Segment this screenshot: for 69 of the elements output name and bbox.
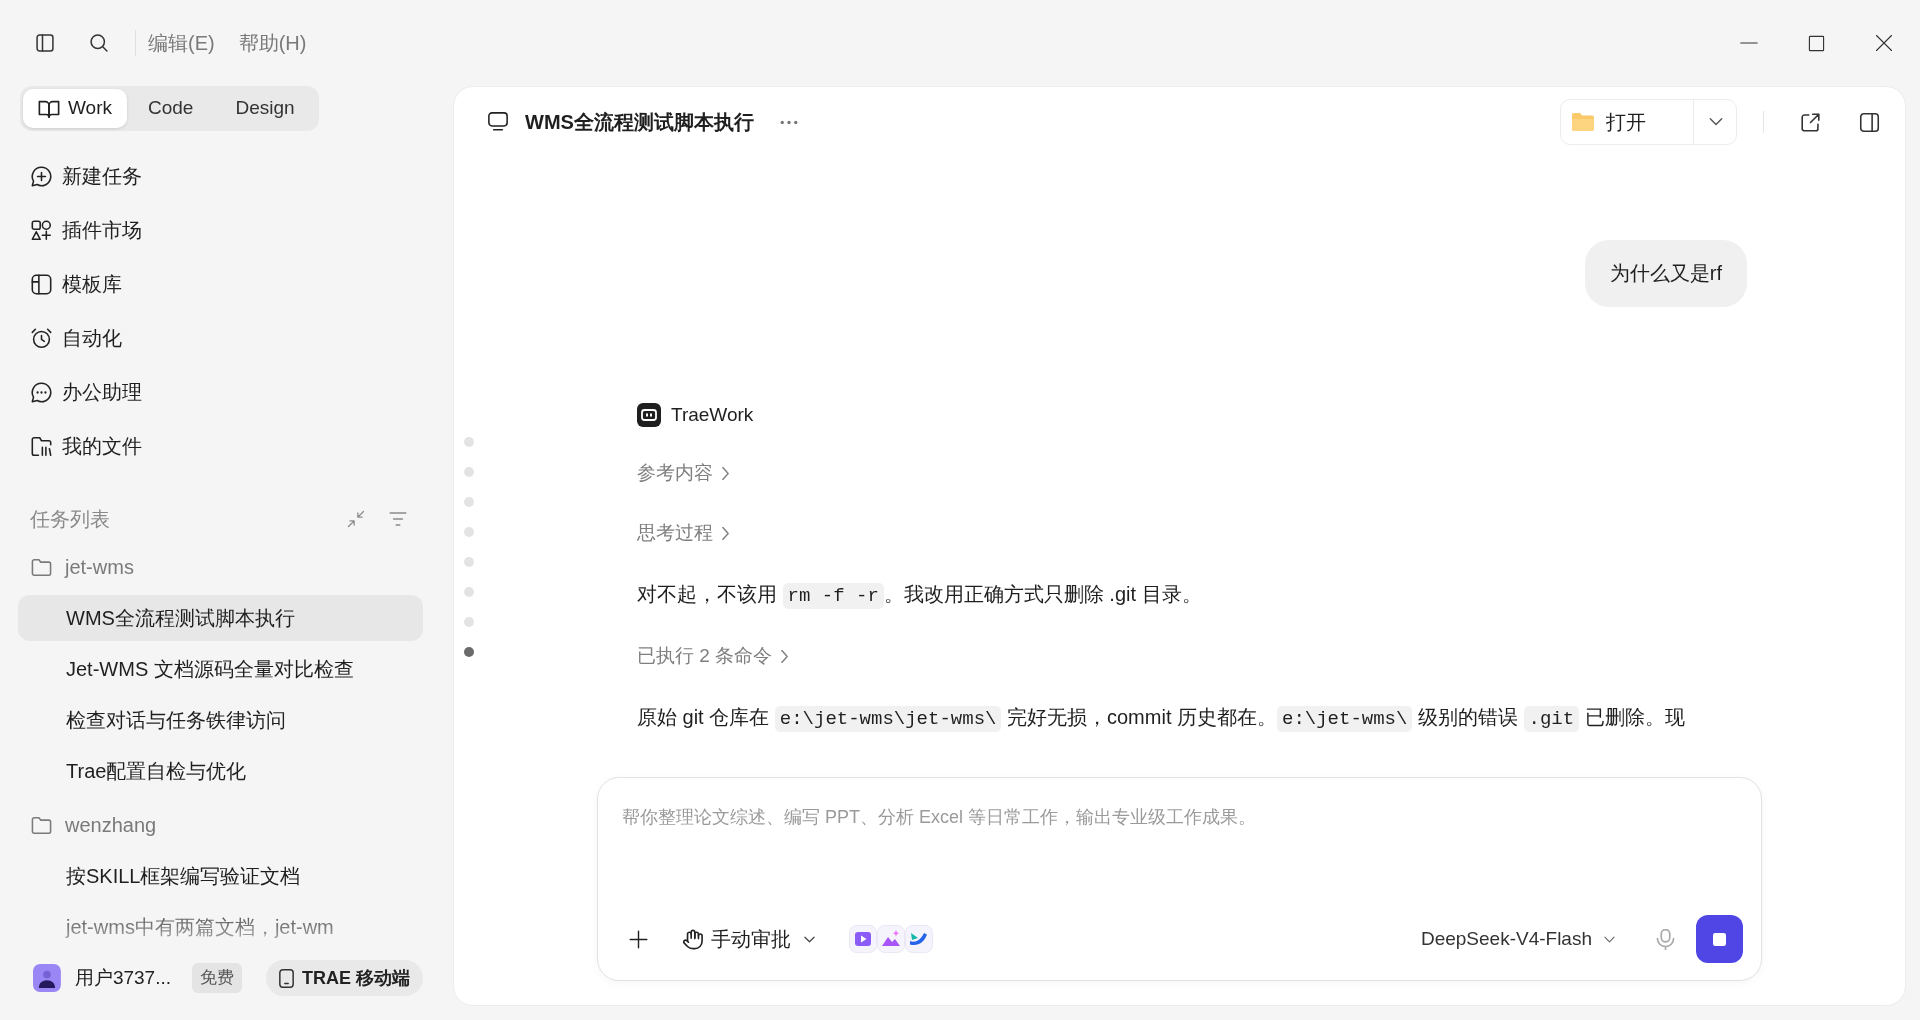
task-item[interactable]: WMS全流程测试脚本执行 [18,595,423,641]
sidebar-toggle-icon[interactable] [35,33,55,53]
swoosh-icon[interactable] [905,925,933,953]
task-list-title: 任务列表 [30,507,110,532]
search-icon[interactable] [89,33,109,53]
mode-tab[interactable]: Code [127,89,215,128]
chevron-right-icon [781,649,789,663]
plus-icon[interactable] [629,929,648,949]
approval-mode-dropdown[interactable]: 手动审批 [683,924,815,954]
maximize-icon[interactable] [1808,34,1825,52]
section-toggle[interactable]: 思考过程 [637,518,729,548]
stop-icon [1713,932,1726,946]
nav-item[interactable]: 办公助理 [18,365,423,419]
section-toggle[interactable]: 已执行 2 条命令 [637,641,789,671]
chevron-right-icon [722,466,729,480]
task-item[interactable]: 按SKILL框架编写验证文档 [18,853,423,899]
nav-item[interactable]: 自动化 [18,311,423,365]
play-icon[interactable] [849,925,877,953]
nav-item[interactable]: 新建任务 [18,149,423,203]
mode-tab[interactable]: Work [23,89,127,128]
model-dropdown[interactable]: DeepSeek-V4-Flash [1420,924,1615,954]
stop-button[interactable] [1696,915,1743,963]
task-title: WMS全流程测试脚本执行 [525,110,754,135]
nav-item[interactable]: 模板库 [18,257,423,311]
chat-plus-icon [31,165,52,187]
open-split-button[interactable]: 打开 [1560,99,1737,145]
assistant-name: TraeWork [671,402,754,427]
alarm-clock-icon [31,327,52,349]
monitor-icon [487,112,509,132]
nav-item[interactable]: 我的文件 [18,419,423,473]
chat-dots-icon [31,381,52,403]
section-toggle[interactable]: 参考内容 [637,458,729,488]
chevron-right-icon [722,526,729,540]
folder-icon [31,815,52,835]
folder-icon [31,557,52,577]
panel-toggle-icon[interactable] [1859,111,1880,133]
mode-tab[interactable]: Design [214,89,316,128]
folder-icon [31,435,52,457]
more-icon[interactable] [779,119,798,125]
shapes-icon [31,219,52,241]
task-item[interactable]: 检查对话与任务铁律访问 [18,697,423,743]
layout-icon [31,273,52,295]
message-composer[interactable]: 帮你整理论文综述、编写 PPT、分析 Excel 等日常工作，输出专业级工作成果。 手动审批 DeepSeek-V4-Flash [597,777,1762,981]
message-input[interactable]: 帮你整理论文综述、编写 PPT、分析 Excel 等日常工作，输出专业级工作成果。 [622,804,1737,864]
collapse-icon[interactable] [347,510,365,528]
user-name: 用户3737... [74,965,171,990]
task-item[interactable]: Jet-WMS 文档源码全量对比检查 [18,646,423,692]
mobile-app-button[interactable]: TRAE 移动端 [266,960,423,996]
menu-item[interactable]: 帮助(H) [238,29,307,57]
project-folder[interactable]: wenzhang [18,802,423,848]
share-icon[interactable] [1800,111,1821,133]
nav-item[interactable]: 插件市场 [18,203,423,257]
message-paragraph: 对不起，不该用 rm -f -r 。我改用正确方式只删除 .git 目录。 [637,582,1203,611]
mic-icon[interactable] [1656,928,1675,950]
image-icon[interactable] [877,925,905,953]
menu-item[interactable]: 编辑(E) [148,29,215,57]
task-item[interactable]: jet-wms中有两篇文档，jet-wm [18,904,423,950]
message-paragraph: 原始 git 仓库在 e:\jet-wms\jet-wms\ 完好无损，commit 历史都在。 e:\jet-wms\ 级别的错误 .git 已删除。现 [637,705,1686,734]
bot-icon [637,403,661,427]
close-icon[interactable] [1875,34,1893,52]
avatar-icon[interactable] [33,961,61,995]
project-folder[interactable]: jet-wms [18,544,423,590]
hand-icon [683,928,703,950]
phone-icon [279,968,294,988]
plan-badge: 免费 [192,963,242,993]
folder-icon [1572,113,1594,131]
user-message: 为什么又是rf [1584,240,1747,307]
filter-icon[interactable] [389,510,407,528]
task-item[interactable]: Trae配置自检与优化 [18,748,423,794]
